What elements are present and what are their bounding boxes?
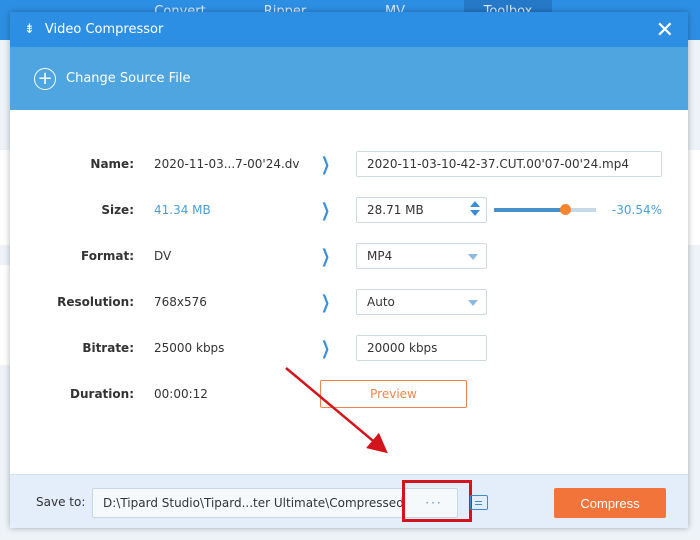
annotation-arrow — [285, 367, 388, 454]
arrow-line — [285, 367, 388, 454]
